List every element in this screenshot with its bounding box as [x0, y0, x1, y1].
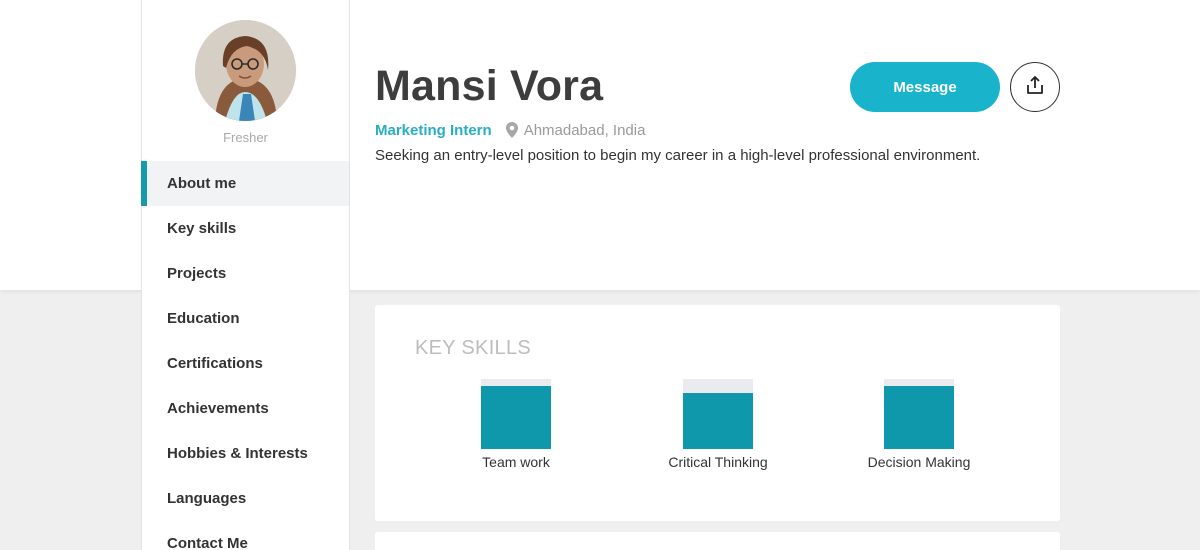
skill-item: Critical Thinking	[618, 379, 818, 470]
skill-level-bar	[683, 379, 753, 449]
sidebar-item-languages[interactable]: Languages	[142, 476, 349, 521]
key-skills-card: KEY SKILLS Team work Critical Thinking D…	[375, 305, 1060, 521]
sidebar-item-certifications[interactable]: Certifications	[142, 341, 349, 386]
sidebar-nav: About me Key skills Projects Education C…	[141, 161, 349, 550]
profile-location: Ahmadabad, India	[523, 121, 646, 139]
skill-item: Decision Making	[819, 379, 1019, 470]
message-button[interactable]: Message	[850, 62, 1000, 112]
profile-meta: Marketing Intern Ahmadabad, India	[375, 120, 645, 140]
sidebar-item-about-me[interactable]: About me	[141, 161, 349, 206]
skill-level-fill	[683, 393, 753, 449]
sidebar-item-key-skills[interactable]: Key skills	[142, 206, 349, 251]
sidebar-item-education[interactable]: Education	[142, 296, 349, 341]
sidebar: Fresher About me Key skills Projects Edu…	[141, 0, 350, 550]
profile-name: Mansi Vora	[375, 62, 604, 110]
skill-level-bar	[481, 379, 551, 449]
sidebar-item-hobbies-interests[interactable]: Hobbies & Interests	[142, 431, 349, 476]
next-section-card	[375, 532, 1060, 550]
key-skills-title: KEY SKILLS	[415, 337, 532, 359]
skill-level-bar	[884, 379, 954, 449]
sidebar-item-contact-me[interactable]: Contact Me	[142, 521, 349, 550]
profile-role: Marketing Intern	[375, 121, 492, 139]
skill-label: Critical Thinking	[668, 454, 768, 470]
sidebar-item-achievements[interactable]: Achievements	[142, 386, 349, 431]
location-pin-icon	[505, 122, 518, 138]
profile-summary: Seeking an entry-level position to begin…	[375, 147, 981, 164]
skill-item: Team work	[416, 379, 616, 470]
skill-level-fill	[884, 386, 954, 449]
skill-label: Team work	[482, 454, 550, 470]
skill-level-fill	[481, 386, 551, 449]
skill-label: Decision Making	[867, 454, 971, 470]
share-button[interactable]	[1010, 62, 1060, 112]
share-upload-icon	[1025, 75, 1045, 100]
avatar	[195, 20, 296, 121]
experience-level: Fresher	[223, 130, 268, 145]
sidebar-item-projects[interactable]: Projects	[142, 251, 349, 296]
